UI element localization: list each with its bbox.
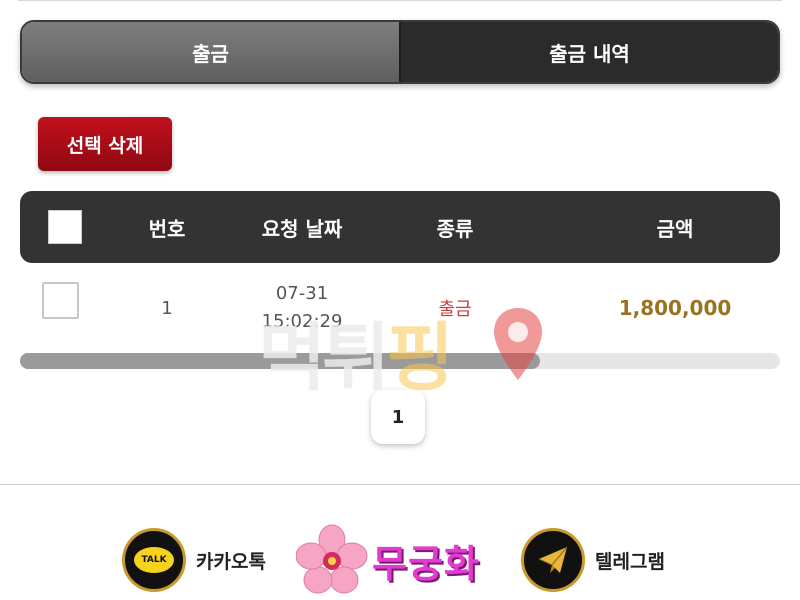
brand-logo: 무궁화 [296,524,480,596]
header-type: 종류 [436,216,474,241]
table-header: 번호 요청 날짜 종류 금액 [20,191,780,263]
tab-withdraw[interactable]: 출금 [22,22,401,82]
telegram-icon [521,528,585,592]
row-type: 출금 [438,299,472,320]
row-time: 15:02:29 [261,311,343,332]
kakao-link[interactable]: TALK 카카오톡 [122,528,266,592]
pagination-page-button[interactable]: 1 [371,390,425,444]
row-date: 07-31 [275,283,329,304]
top-divider [18,0,782,1]
row-request-date: 07-31 15:02:29 [230,263,374,353]
page: 출금 출금 내역 선택 삭제 번호 요청 날짜 종류 금액 1 07-31 15… [0,0,800,600]
header-amount: 금액 [656,216,694,241]
row-amount: 1,800,000 [618,296,732,320]
telegram-link[interactable]: 텔레그램 [521,528,665,592]
hibiscus-flower-icon [296,524,368,594]
row-number: 1 [161,297,173,319]
kakao-label: 카카오톡 [196,550,266,573]
select-all-checkbox[interactable] [48,210,82,244]
header-number: 번호 [148,216,186,241]
header-request-date: 요청 날짜 [261,216,343,241]
horizontal-scrollbar[interactable] [20,353,780,369]
telegram-label: 텔레그램 [595,550,665,573]
tab-withdraw-history[interactable]: 출금 내역 [401,22,778,82]
brand-name: 무궁화 [372,541,480,586]
footer-divider [0,484,800,485]
talk-bubble: TALK [134,547,174,573]
row-checkbox[interactable] [42,282,79,319]
delete-selected-button[interactable]: 선택 삭제 [38,117,172,171]
tab-bar: 출금 출금 내역 [20,20,780,84]
scrollbar-thumb[interactable] [20,353,540,369]
paper-plane-icon [538,546,568,573]
kakao-talk-icon: TALK [122,528,186,592]
table-row: 1 07-31 15:02:29 출금 1,800,000 [20,263,780,353]
